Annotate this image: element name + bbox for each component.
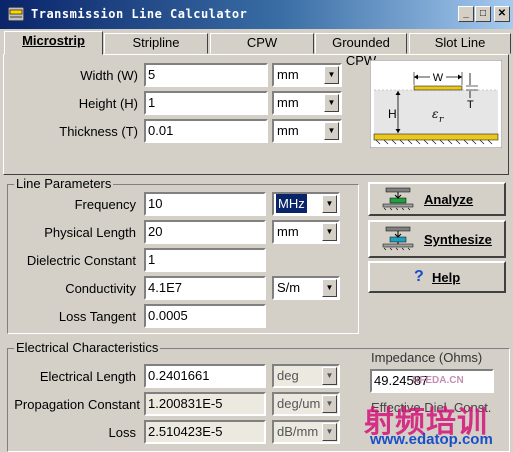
minimize-icon: _	[463, 8, 469, 19]
tab-grounded-cpw[interactable]: Grounded CPW	[315, 33, 407, 68]
physical-length-label: Physical Length	[44, 225, 136, 240]
thickness-input[interactable]: 0.01	[144, 119, 268, 143]
electrical-characteristics-title: Electrical Characteristics	[14, 340, 161, 355]
watermark-logo: RFEDA.CN	[412, 375, 464, 386]
chevron-down-icon[interactable]: ▼	[324, 94, 339, 112]
synthesize-icon	[382, 226, 414, 251]
window-title: Transmission Line Calculator	[31, 7, 248, 21]
line-parameters-title: Line Parameters	[14, 176, 114, 191]
chevron-down-icon[interactable]: ▼	[324, 122, 339, 140]
frequency-label: Frequency	[74, 197, 136, 212]
physical-length-input[interactable]: 20	[144, 220, 266, 244]
width-unit-value: mm	[277, 67, 299, 82]
electrical-length-unit-value: deg	[277, 368, 299, 383]
frequency-input[interactable]: 10	[144, 192, 266, 216]
diagram-w-label: W	[433, 72, 444, 84]
physical-length-unit-value: mm	[277, 224, 299, 239]
minimize-button[interactable]: _	[458, 6, 474, 22]
synthesize-label: Synthesize	[424, 232, 492, 247]
propagation-constant-unit-select[interactable]: deg/um ▼	[272, 392, 340, 416]
conductivity-unit-value: S/m	[277, 280, 301, 295]
help-label: Help	[432, 270, 461, 285]
watermark-url: www.edatop.com	[370, 431, 493, 448]
impedance-label: Impedance (Ohms)	[371, 350, 483, 365]
propagation-constant-output[interactable]: 1.200831E-5	[144, 392, 266, 416]
chevron-down-icon[interactable]: ▼	[322, 395, 337, 413]
diagram-er-sub: r	[439, 115, 444, 125]
chevron-down-icon[interactable]: ▼	[322, 195, 337, 213]
loss-unit-value: dB/mm	[277, 424, 319, 439]
microstrip-diagram: W H T ε r	[370, 60, 502, 148]
help-icon: ?	[414, 268, 424, 285]
frequency-unit-select[interactable]: MHz ▼	[272, 192, 340, 216]
thickness-unit-value: mm	[277, 123, 299, 138]
title-bar[interactable]: Transmission Line Calculator _ □ ✕	[0, 0, 513, 29]
tab-stripline[interactable]: Stripline	[104, 33, 208, 54]
app-icon	[8, 7, 24, 21]
chevron-down-icon[interactable]: ▼	[322, 423, 337, 441]
thickness-unit-select[interactable]: mm ▼	[272, 119, 342, 143]
analyze-icon	[382, 187, 414, 211]
tab-strip: Microstrip Stripline CPW Grounded CPW Sl…	[0, 31, 513, 68]
close-button[interactable]: ✕	[494, 6, 510, 22]
height-label: Height (H)	[78, 96, 138, 111]
width-unit-select[interactable]: mm ▼	[272, 63, 342, 87]
loss-tangent-input[interactable]: 0.0005	[144, 304, 266, 328]
height-input[interactable]: 1	[144, 91, 268, 115]
close-icon: ✕	[497, 8, 507, 19]
chevron-down-icon[interactable]: ▼	[324, 66, 339, 84]
help-button[interactable]: ? Help	[368, 261, 506, 293]
dielectric-constant-label: Dielectric Constant	[26, 253, 136, 268]
frequency-unit-value: MHz	[276, 194, 307, 213]
conductivity-label: Conductivity	[65, 281, 136, 296]
loss-tangent-label: Loss Tangent	[58, 309, 136, 324]
height-unit-value: mm	[277, 95, 299, 110]
physical-length-unit-select[interactable]: mm ▼	[272, 220, 340, 244]
electrical-length-unit-select[interactable]: deg ▼	[272, 364, 340, 388]
tab-slot-line[interactable]: Slot Line	[409, 33, 511, 54]
propagation-constant-unit-value: deg/um	[277, 396, 321, 411]
diagram-h-label: H	[388, 107, 397, 121]
thickness-label: Thickness (T)	[59, 124, 138, 139]
conductivity-unit-select[interactable]: S/m ▼	[272, 276, 340, 300]
loss-unit-select[interactable]: dB/mm ▼	[272, 420, 340, 444]
dielectric-constant-input[interactable]: 1	[144, 248, 266, 272]
chevron-down-icon[interactable]: ▼	[322, 279, 337, 297]
diagram-er-label: ε	[432, 107, 438, 121]
chevron-down-icon[interactable]: ▼	[322, 223, 337, 241]
analyze-label: Analyze	[424, 192, 474, 207]
electrical-length-label: Electrical Length	[39, 369, 136, 384]
loss-label: Loss	[108, 425, 136, 440]
electrical-length-output[interactable]: 0.2401661	[144, 364, 266, 388]
width-label: Width (W)	[80, 68, 138, 83]
tab-cpw[interactable]: CPW	[210, 33, 314, 54]
chevron-down-icon[interactable]: ▼	[322, 367, 337, 385]
calculator-window: Transmission Line Calculator _ □ ✕ Micro…	[0, 0, 513, 452]
height-unit-select[interactable]: mm ▼	[272, 91, 342, 115]
analyze-button[interactable]: Analyze	[368, 182, 506, 216]
loss-output[interactable]: 2.510423E-5	[144, 420, 266, 444]
conductivity-input[interactable]: 4.1E7	[144, 276, 266, 300]
diagram-t-label: T	[467, 99, 474, 111]
tab-microstrip[interactable]: Microstrip	[4, 31, 103, 55]
propagation-constant-label: Propagation Constant	[14, 397, 140, 412]
maximize-icon: □	[479, 8, 487, 19]
maximize-button[interactable]: □	[475, 6, 491, 22]
synthesize-button[interactable]: Synthesize	[368, 220, 506, 258]
width-input[interactable]: 5	[144, 63, 268, 87]
